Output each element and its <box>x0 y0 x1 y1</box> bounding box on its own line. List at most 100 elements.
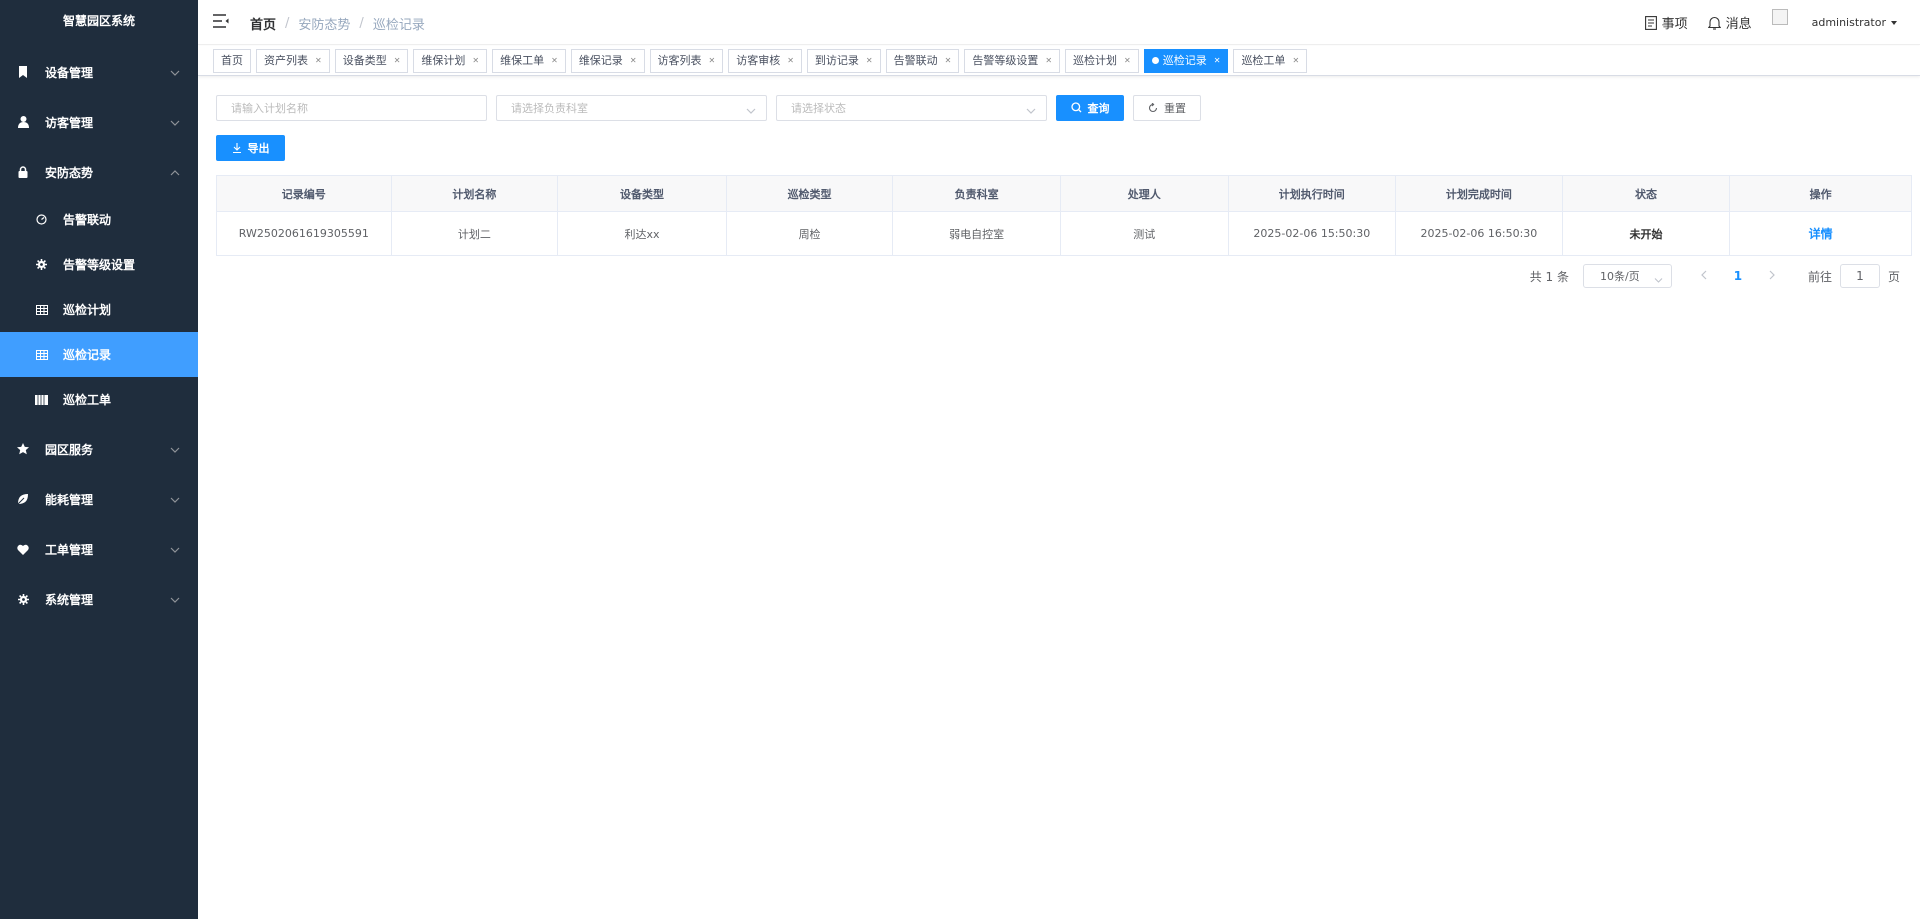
department-select[interactable]: 请选择负责科室 <box>496 94 767 121</box>
search-icon <box>1070 102 1081 113</box>
column-header: 计划名称 <box>390 175 559 212</box>
close-icon[interactable]: ✕ <box>1292 50 1299 72</box>
tag-label: 设备类型 <box>342 53 387 67</box>
table-row: RW2502061619305591 计划二 利达xx 周检 弱电自控室 测试 … <box>216 211 1912 256</box>
close-icon[interactable]: ✕ <box>787 50 794 72</box>
leaf-icon <box>16 492 30 506</box>
hamburger-icon[interactable] <box>213 14 229 30</box>
cell-action: 详情 <box>1729 211 1912 256</box>
goto-page-input[interactable] <box>1839 264 1880 288</box>
sidebar-item-label: 能耗管理 <box>45 492 94 507</box>
column-header: 记录编号 <box>216 175 392 212</box>
column-header: 负责科室 <box>892 175 1061 212</box>
close-icon[interactable]: ✕ <box>394 50 401 72</box>
todo-link[interactable]: 事项 <box>1644 13 1688 32</box>
caret-down-icon <box>1891 20 1897 25</box>
sidebar-item-inspection-plan[interactable]: 巡检计划 <box>0 287 198 332</box>
breadcrumb-separator: / <box>359 16 364 31</box>
todo-label: 事项 <box>1661 17 1688 32</box>
plan-name-input[interactable]: 请输入计划名称 <box>216 94 487 121</box>
tag-inspection-workorder[interactable]: 巡检工单 ✕ <box>1233 48 1308 73</box>
chevron-right-icon <box>1769 270 1775 280</box>
cell-department: 弱电自控室 <box>892 211 1061 256</box>
cell-start-time: 2025-02-06 15:50:30 <box>1227 211 1397 256</box>
column-header: 状态 <box>1561 175 1731 212</box>
tag-maintenance-plan[interactable]: 维保计划 ✕ <box>413 48 488 73</box>
pagination-total: 共 1 条 <box>1529 269 1569 284</box>
tag-alarm-level-settings[interactable]: 告警等级设置 ✕ <box>964 48 1061 73</box>
user-menu[interactable]: administrator <box>1812 16 1897 29</box>
column-header: 处理人 <box>1059 175 1229 212</box>
search-button[interactable]: 查询 <box>1056 94 1124 121</box>
goto-label: 前往 <box>1807 269 1832 284</box>
tag-maintenance-record[interactable]: 维保记录 ✕ <box>570 48 645 73</box>
message-link[interactable]: 消息 <box>1707 13 1752 32</box>
detail-link[interactable]: 详情 <box>1809 227 1833 241</box>
sidebar-item-label: 告警联动 <box>63 213 112 227</box>
close-icon[interactable]: ✕ <box>709 50 716 72</box>
status-select[interactable]: 请选择状态 <box>776 94 1047 121</box>
close-icon[interactable]: ✕ <box>945 50 952 72</box>
sidebar: 智慧园区系统 设备管理 访客管理 安防态势 告警联动 告警等级设置 巡检计划 巡… <box>0 0 198 919</box>
sidebar-item-alarm-linkage[interactable]: 告警联动 <box>0 197 198 242</box>
heart-icon <box>16 542 30 556</box>
sidebar-item-alarm-level-settings[interactable]: 告警等级设置 <box>0 242 198 287</box>
tag-alarm-linkage[interactable]: 告警联动 ✕ <box>885 48 960 73</box>
tag-label: 告警联动 <box>893 53 938 67</box>
next-page-button[interactable] <box>1758 269 1786 283</box>
table-header-row: 记录编号 计划名称 设备类型 巡检类型 负责科室 处理人 计划执行时间 计划完成… <box>216 175 1912 212</box>
chevron-down-icon <box>746 104 756 117</box>
user-name: administrator <box>1811 16 1886 29</box>
close-icon[interactable]: ✕ <box>1045 50 1052 72</box>
table-icon <box>35 348 48 361</box>
star-icon <box>16 442 30 456</box>
close-icon[interactable]: ✕ <box>472 50 479 72</box>
sidebar-item-workorder-management[interactable]: 工单管理 <box>0 524 198 574</box>
tag-device-type[interactable]: 设备类型 ✕ <box>334 48 409 73</box>
active-dot <box>1151 57 1159 64</box>
breadcrumb-home[interactable]: 首页 <box>250 14 276 33</box>
gear-icon <box>35 258 48 271</box>
reset-button[interactable]: 重置 <box>1133 94 1201 121</box>
chevron-down-icon <box>170 442 180 456</box>
tag-visit-record[interactable]: 到访记录 ✕ <box>806 48 881 73</box>
tag-asset-list[interactable]: 资产列表 ✕ <box>256 48 330 73</box>
close-icon[interactable]: ✕ <box>630 50 637 72</box>
top-navbar: 首页 / 安防态势 / 巡检记录 事项 消息 administrator <box>198 0 1920 45</box>
close-icon[interactable]: ✕ <box>1124 50 1131 72</box>
breadcrumb: 首页 / 安防态势 / 巡检记录 <box>250 14 425 33</box>
close-icon[interactable]: ✕ <box>315 50 322 72</box>
tag-visitor-review[interactable]: 访客审核 ✕ <box>728 48 802 73</box>
export-button[interactable]: 导出 <box>216 135 285 161</box>
chevron-up-icon <box>170 165 180 179</box>
tag-inspection-plan[interactable]: 巡检计划 ✕ <box>1065 48 1139 73</box>
close-icon[interactable]: ✕ <box>1214 50 1221 72</box>
tag-home[interactable]: 首页 <box>213 48 251 73</box>
document-icon <box>1644 15 1657 30</box>
plan-name-placeholder: 请输入计划名称 <box>231 101 308 115</box>
cell-handler: 测试 <box>1059 211 1229 256</box>
page-size-select[interactable]: 10条/页 <box>1582 264 1672 288</box>
prev-page-button[interactable] <box>1690 269 1718 283</box>
tag-label: 资产列表 <box>264 53 308 67</box>
sidebar-item-system-management[interactable]: 系统管理 <box>0 574 198 624</box>
sidebar-item-visitor-management[interactable]: 访客管理 <box>0 97 198 147</box>
pagination: 共 1 条 10条/页 1 前往 页 <box>1530 264 1900 288</box>
sidebar-item-device-management[interactable]: 设备管理 <box>0 47 198 97</box>
sidebar-item-security-situation[interactable]: 安防态势 <box>0 147 198 197</box>
sidebar-item-inspection-workorder[interactable]: 巡检工单 <box>0 377 198 422</box>
tag-inspection-record[interactable]: 巡检记录 ✕ <box>1143 48 1229 73</box>
sidebar-item-label: 巡检记录 <box>63 348 112 362</box>
close-icon[interactable]: ✕ <box>551 50 558 72</box>
tag-visitor-list[interactable]: 访客列表 ✕ <box>649 48 724 73</box>
sidebar-item-energy-management[interactable]: 能耗管理 <box>0 474 198 524</box>
tag-label: 巡检工单 <box>1241 53 1286 67</box>
avatar[interactable] <box>1771 8 1788 25</box>
close-icon[interactable]: ✕ <box>866 50 873 72</box>
sidebar-item-park-service[interactable]: 园区服务 <box>0 424 198 474</box>
sidebar-item-inspection-record[interactable]: 巡检记录 <box>0 332 198 377</box>
tag-maintenance-order[interactable]: 维保工单 ✕ <box>492 48 566 73</box>
page-number[interactable]: 1 <box>1718 269 1758 283</box>
search-label: 查询 <box>1087 101 1110 115</box>
sidebar-item-label: 安防态势 <box>45 165 94 180</box>
